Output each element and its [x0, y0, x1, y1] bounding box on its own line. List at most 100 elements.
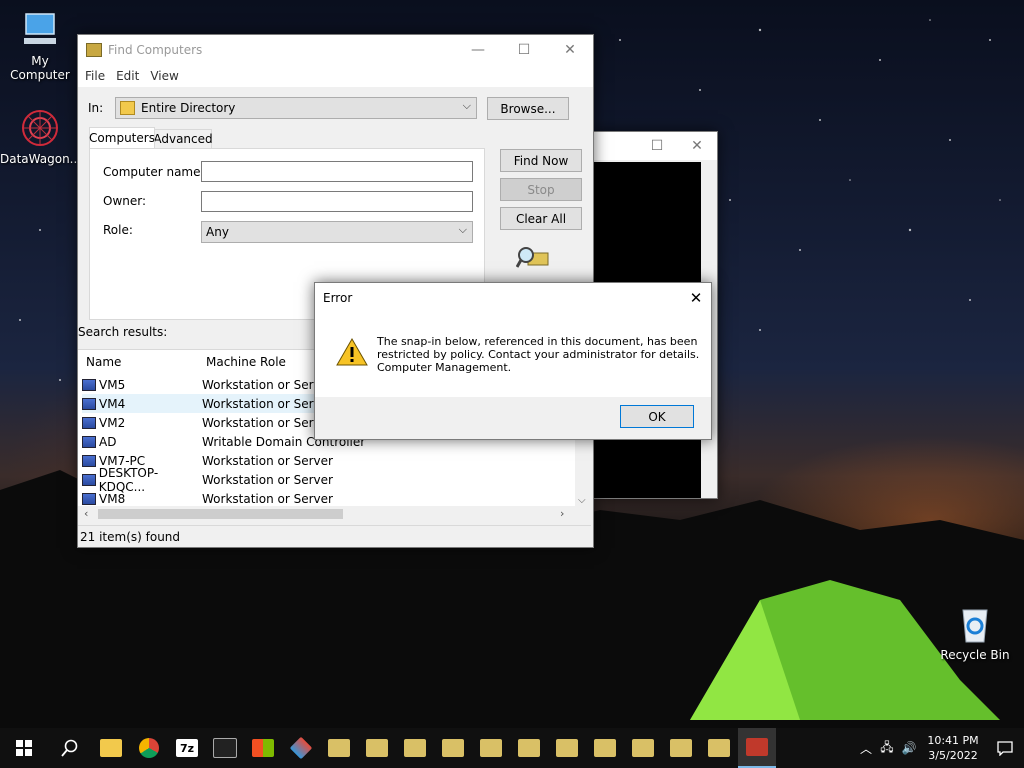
taskbar-find[interactable]: [700, 728, 738, 768]
store-icon: [252, 739, 274, 757]
scroll-right-icon[interactable]: ›: [560, 507, 564, 520]
taskbar-computer-management[interactable]: [738, 728, 776, 768]
table-row[interactable]: VM5 Workstation or Server: [82, 375, 333, 394]
taskbar-store[interactable]: [244, 728, 282, 768]
row-role: Workstation or Server: [202, 491, 333, 506]
desktop-icon-label: Recycle Bin: [940, 648, 1010, 662]
chevron-down-icon: ⌵: [462, 99, 471, 112]
menu-view[interactable]: View: [147, 69, 186, 83]
clock-time: 10:41 PM: [927, 734, 979, 747]
taskbar-find[interactable]: [586, 728, 624, 768]
start-button[interactable]: [0, 728, 48, 768]
computer-icon: [82, 378, 96, 391]
chevron-up-icon[interactable]: ︿: [856, 740, 876, 757]
tab-computers[interactable]: Computers: [89, 127, 155, 148]
minimize-button[interactable]: —: [455, 35, 501, 65]
message-line: Computer Management.: [377, 361, 512, 374]
computer-name-field[interactable]: [201, 161, 473, 182]
status-bar: 21 item(s) found: [78, 525, 591, 548]
column-header-machine-role[interactable]: Machine Role: [206, 355, 286, 369]
taskbar-command-prompt[interactable]: [206, 728, 244, 768]
close-icon[interactable]: ✕: [681, 289, 711, 307]
dialog-message: The snap-in below, referenced in this do…: [377, 335, 699, 374]
taskbar-find[interactable]: [548, 728, 586, 768]
menu-file[interactable]: File: [82, 69, 113, 83]
find-now-button[interactable]: Find Now: [500, 149, 582, 172]
7zip-icon: 7z: [176, 739, 198, 757]
window-title: Find Computers: [108, 43, 203, 57]
folder-icon: [120, 101, 135, 115]
computer-name-label: Computer name:: [103, 165, 205, 179]
owner-field[interactable]: [201, 191, 473, 212]
role-select-value: Any: [206, 225, 229, 239]
dialog-titlebar: Error ✕: [315, 283, 711, 313]
scroll-left-icon[interactable]: ‹: [84, 507, 88, 520]
maximize-button[interactable]: ☐: [501, 35, 547, 65]
recycle-bin-icon: [955, 604, 995, 644]
taskbar-file-explorer[interactable]: [92, 728, 130, 768]
find-icon: [708, 739, 730, 757]
folder-icon: [100, 739, 122, 757]
role-label: Role:: [103, 223, 133, 237]
close-button[interactable]: ✕: [677, 131, 717, 161]
menu-bar: File Edit View: [78, 65, 593, 87]
close-button[interactable]: ✕: [547, 35, 593, 65]
notification-icon: [997, 741, 1013, 756]
role-select[interactable]: Any ⌵: [201, 221, 473, 243]
network-icon[interactable]: 🖧: [876, 738, 898, 759]
status-text: 21 item(s) found: [80, 530, 181, 544]
terminal-icon: [213, 738, 237, 758]
computer-icon: [82, 473, 96, 486]
taskbar-find[interactable]: [358, 728, 396, 768]
row-name: VM8: [99, 491, 126, 506]
desktop-icon-label: DataWagon...: [0, 152, 82, 166]
message-line: restricted by policy. Contact your admin…: [377, 348, 700, 361]
search-button[interactable]: [48, 728, 92, 768]
clock[interactable]: 10:41 PM 3/5/2022: [920, 733, 986, 763]
in-select-value: Entire Directory: [141, 101, 236, 115]
volume-icon[interactable]: 🔊: [898, 741, 920, 755]
taskbar-find[interactable]: [396, 728, 434, 768]
row-role: Workstation or Server: [202, 453, 333, 468]
desktop-icon-label: My Computer: [10, 54, 70, 82]
horizontal-scrollbar[interactable]: ‹ ›: [78, 506, 591, 522]
row-name: VM4: [99, 396, 126, 411]
dialog-title: Error: [323, 291, 353, 305]
search-results-label: Search results:: [78, 325, 168, 339]
desktop-icon-recycle-bin[interactable]: Recycle Bin: [935, 604, 1015, 662]
taskbar-find[interactable]: [434, 728, 472, 768]
table-row[interactable]: VM2 Workstation or Server: [82, 413, 333, 432]
row-name: VM5: [99, 377, 126, 392]
ok-button[interactable]: OK: [620, 405, 694, 428]
browse-button[interactable]: Browse...: [487, 97, 569, 120]
error-dialog[interactable]: Error ✕ The snap-in below, referenced in…: [314, 282, 712, 440]
taskbar-find[interactable]: [624, 728, 662, 768]
find-icon: [442, 739, 464, 757]
taskbar-find[interactable]: [320, 728, 358, 768]
taskbar-app[interactable]: [282, 728, 320, 768]
desktop-icon-datawagon[interactable]: DataWagon...: [0, 108, 82, 166]
column-header-name[interactable]: Name: [86, 355, 121, 369]
taskbar-find[interactable]: [662, 728, 700, 768]
taskbar-find[interactable]: [472, 728, 510, 768]
taskbar-find[interactable]: [510, 728, 548, 768]
in-select[interactable]: Entire Directory ⌵: [115, 97, 477, 119]
table-row[interactable]: DESKTOP-KDQC... Workstation or Server: [82, 466, 333, 494]
menu-edit[interactable]: Edit: [113, 69, 147, 83]
taskbar-7zip[interactable]: 7z: [168, 728, 206, 768]
desktop-icon-my-computer[interactable]: My Computer: [0, 10, 80, 82]
notification-button[interactable]: [986, 740, 1024, 756]
tab-advanced[interactable]: Advanced: [153, 129, 213, 149]
chrome-icon: [139, 738, 159, 758]
windows-logo-icon: [16, 740, 32, 756]
scroll-down-icon[interactable]: ⌵: [578, 495, 586, 506]
clear-all-button[interactable]: Clear All: [500, 207, 582, 230]
maximize-button[interactable]: ☐: [637, 131, 677, 161]
find-icon: [480, 739, 502, 757]
stop-button[interactable]: Stop: [500, 178, 582, 201]
find-icon: [328, 739, 350, 757]
taskbar-chrome[interactable]: [130, 728, 168, 768]
diamond-app-icon: [289, 736, 313, 760]
scroll-thumb[interactable]: [98, 509, 343, 519]
row-name: VM2: [99, 415, 126, 430]
